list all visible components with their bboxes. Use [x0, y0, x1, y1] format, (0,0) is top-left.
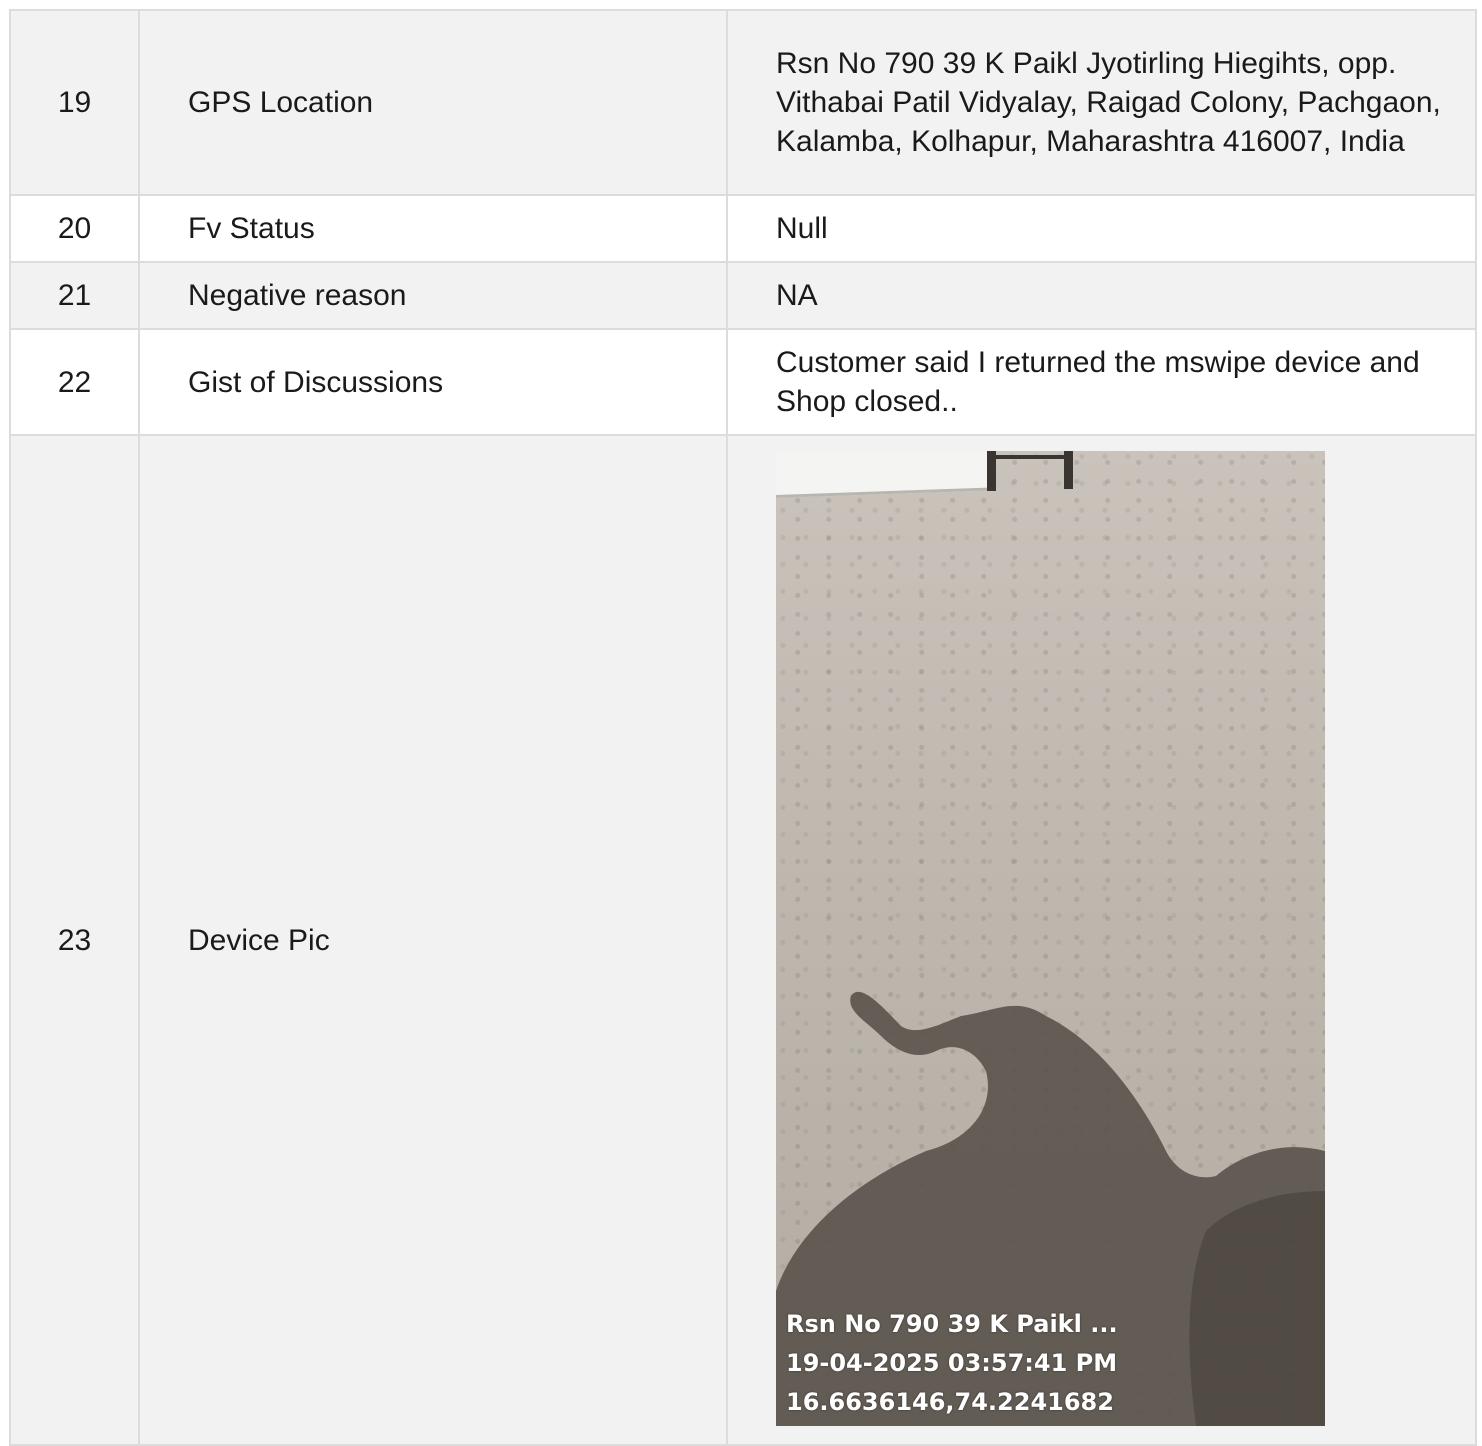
- table-row: 19 GPS Location Rsn No 790 39 K Paikl Jy…: [9, 9, 1477, 196]
- row-label: GPS Location: [138, 9, 728, 196]
- row-number: 23: [9, 434, 140, 1446]
- stamp-datetime: 19-04-2025 03:57:41 PM: [786, 1349, 1118, 1377]
- stamp-coordinates: 16.6636146,74.2241682: [786, 1388, 1114, 1416]
- device-pic-cell: Rsn No 790 39 K Paikl ... 19-04-2025 03:…: [726, 434, 1477, 1446]
- discussion-gist-value: Customer said I returned the mswipe devi…: [726, 328, 1477, 436]
- row-number: 20: [9, 194, 140, 263]
- table-row: 21 Negative reason NA: [9, 261, 1477, 330]
- negative-reason-value: NA: [726, 261, 1477, 330]
- row-label: Fv Status: [138, 194, 728, 263]
- photo-geo-stamp: Rsn No 790 39 K Paikl ... 19-04-2025 03:…: [786, 1305, 1118, 1422]
- table-row: 22 Gist of Discussions Customer said I r…: [9, 328, 1477, 436]
- gps-location-value: Rsn No 790 39 K Paikl Jyotirling Hiegiht…: [726, 9, 1477, 196]
- device-photo: Rsn No 790 39 K Paikl ... 19-04-2025 03:…: [776, 451, 1325, 1426]
- stamp-address: Rsn No 790 39 K Paikl ...: [786, 1310, 1118, 1338]
- fv-status-value: Null: [726, 194, 1477, 263]
- photo-shadow: [776, 991, 1325, 1426]
- report-sheet: 19 GPS Location Rsn No 790 39 K Paikl Jy…: [9, 9, 1477, 1446]
- row-number: 19: [9, 9, 140, 196]
- details-table: 19 GPS Location Rsn No 790 39 K Paikl Jy…: [9, 9, 1477, 1446]
- row-number: 21: [9, 261, 140, 330]
- row-label: Negative reason: [138, 261, 728, 330]
- row-label: Gist of Discussions: [138, 328, 728, 436]
- row-number: 22: [9, 328, 140, 436]
- row-label: Device Pic: [138, 434, 728, 1446]
- table-row: 23 Device Pic Rsn No 790 39 K Paikl ... …: [9, 434, 1477, 1446]
- table-row: 20 Fv Status Null: [9, 194, 1477, 263]
